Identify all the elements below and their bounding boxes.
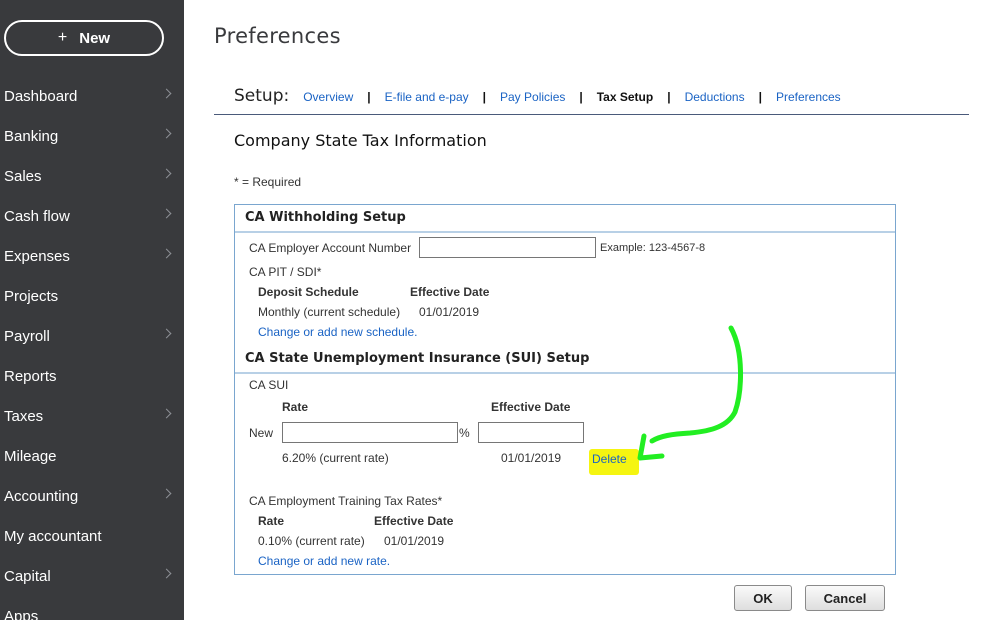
sidebar-item-taxes[interactable]: Taxes bbox=[0, 396, 184, 436]
chevron-right-icon bbox=[161, 168, 172, 179]
account-example: Example: 123-4567-8 bbox=[600, 242, 706, 254]
deposit-schedule-header: Deposit Schedule bbox=[258, 285, 359, 299]
sui-header: CA State Unemployment Insurance (SUI) Se… bbox=[235, 346, 895, 374]
sui-effective-date-header: Effective Date bbox=[491, 400, 571, 414]
percent-sign: % bbox=[459, 426, 470, 440]
sidebar-item-label: Payroll bbox=[4, 327, 50, 345]
chevron-right-icon bbox=[161, 568, 172, 579]
sidebar-item-label: Capital bbox=[4, 567, 51, 585]
sidebar: + New Dashboard Banking Sales Cash flow Expe… bbox=[0, 0, 184, 620]
required-note: * = Required bbox=[234, 175, 302, 189]
account-number-input[interactable] bbox=[419, 237, 596, 258]
sidebar-item-label: My accountant bbox=[4, 527, 102, 545]
ok-button[interactable]: OK bbox=[734, 585, 792, 611]
sidebar-item-dashboard[interactable]: Dashboard bbox=[0, 76, 184, 116]
chevron-right-icon bbox=[161, 128, 172, 139]
setup-link-tax-setup[interactable]: Tax Setup bbox=[597, 90, 653, 104]
chevron-right-icon bbox=[161, 488, 172, 499]
sidebar-item-reports[interactable]: Reports bbox=[0, 356, 184, 396]
chevron-right-icon bbox=[161, 248, 172, 259]
sidebar-item-cash-flow[interactable]: Cash flow bbox=[0, 196, 184, 236]
sidebar-item-banking[interactable]: Banking bbox=[0, 116, 184, 156]
change-schedule-link[interactable]: Change or add new schedule. bbox=[258, 325, 417, 339]
new-button[interactable]: + New bbox=[4, 20, 164, 56]
sidebar-item-payroll[interactable]: Payroll bbox=[0, 316, 184, 356]
effective-date-header: Effective Date bbox=[410, 285, 490, 299]
sidebar-item-label: Mileage bbox=[4, 447, 57, 465]
sidebar-item-label: Expenses bbox=[4, 247, 70, 265]
ca-sui-label: CA SUI bbox=[249, 378, 289, 392]
setup-link-overview[interactable]: Overview bbox=[303, 90, 353, 104]
sidebar-item-expenses[interactable]: Expenses bbox=[0, 236, 184, 276]
sui-current-date: 01/01/2019 bbox=[501, 451, 562, 465]
new-button-label: New bbox=[79, 29, 111, 47]
delete-link[interactable]: Delete bbox=[589, 449, 639, 475]
sidebar-item-my-accountant[interactable]: My accountant bbox=[0, 516, 184, 556]
setup-link-pay-policies[interactable]: Pay Policies bbox=[500, 90, 565, 104]
sidebar-item-accounting[interactable]: Accounting bbox=[0, 476, 184, 516]
sidebar-item-apps[interactable]: Apps bbox=[0, 596, 184, 620]
setup-nav: Setup: Overview | E-file and e-pay | Pay… bbox=[234, 86, 841, 110]
sidebar-item-label: Reports bbox=[4, 367, 57, 385]
ett-effective-date-header: Effective Date bbox=[374, 514, 454, 528]
setup-link-deductions[interactable]: Deductions bbox=[685, 90, 745, 104]
section-title: Company State Tax Information bbox=[234, 131, 487, 150]
setup-separator: | bbox=[758, 90, 762, 104]
ett-rate-header: Rate bbox=[258, 514, 285, 528]
schedule-effective-date: 01/01/2019 bbox=[419, 305, 480, 319]
sidebar-item-capital[interactable]: Capital bbox=[0, 556, 184, 596]
change-rate-link[interactable]: Change or add new rate. bbox=[258, 554, 390, 568]
sidebar-item-projects[interactable]: Projects bbox=[0, 276, 184, 316]
ett-effective-date: 01/01/2019 bbox=[384, 534, 445, 548]
sui-rate-header: Rate bbox=[282, 400, 309, 414]
ett-label: CA Employment Training Tax Rates* bbox=[249, 494, 443, 508]
sidebar-item-mileage[interactable]: Mileage bbox=[0, 436, 184, 476]
sidebar-item-label: Projects bbox=[4, 287, 59, 305]
sidebar-item-label: Cash flow bbox=[4, 207, 70, 225]
setup-label: Setup: bbox=[234, 86, 290, 106]
deposit-schedule-value: Monthly (current schedule) bbox=[258, 305, 401, 319]
sidebar-item-label: Sales bbox=[4, 167, 42, 185]
setup-separator: | bbox=[667, 90, 671, 104]
sidebar-item-label: Apps bbox=[4, 607, 39, 620]
sidebar-item-label: Taxes bbox=[4, 407, 44, 425]
sui-date-input[interactable] bbox=[478, 422, 584, 443]
setup-divider bbox=[214, 114, 969, 115]
sui-rate-input[interactable] bbox=[282, 422, 458, 443]
plus-icon: + bbox=[57, 29, 68, 46]
sui-new-label: New bbox=[249, 426, 274, 440]
sidebar-item-label: Accounting bbox=[4, 487, 79, 505]
setup-separator: | bbox=[367, 90, 371, 104]
sui-current-rate: 6.20% (current rate) bbox=[282, 451, 389, 465]
pit-sdi-label: CA PIT / SDI* bbox=[249, 265, 322, 279]
sidebar-item-label: Banking bbox=[4, 127, 59, 145]
chevron-right-icon bbox=[161, 328, 172, 339]
chevron-right-icon bbox=[161, 408, 172, 419]
sidebar-item-label: Dashboard bbox=[4, 87, 78, 105]
setup-separator: | bbox=[579, 90, 583, 104]
setup-link-efile[interactable]: E-file and e-pay bbox=[385, 90, 469, 104]
setup-link-preferences[interactable]: Preferences bbox=[776, 90, 841, 104]
ett-rate-value: 0.10% (current rate) bbox=[258, 534, 365, 548]
chevron-right-icon bbox=[161, 88, 172, 99]
sidebar-item-sales[interactable]: Sales bbox=[0, 156, 184, 196]
page-title: Preferences bbox=[214, 24, 341, 48]
withholding-header: CA Withholding Setup bbox=[235, 205, 895, 233]
cancel-button[interactable]: Cancel bbox=[805, 585, 885, 611]
account-number-label: CA Employer Account Number bbox=[249, 241, 412, 255]
state-tax-panel: CA Withholding Setup CA Employer Account… bbox=[234, 204, 896, 575]
chevron-right-icon bbox=[161, 208, 172, 219]
setup-separator: | bbox=[482, 90, 486, 104]
